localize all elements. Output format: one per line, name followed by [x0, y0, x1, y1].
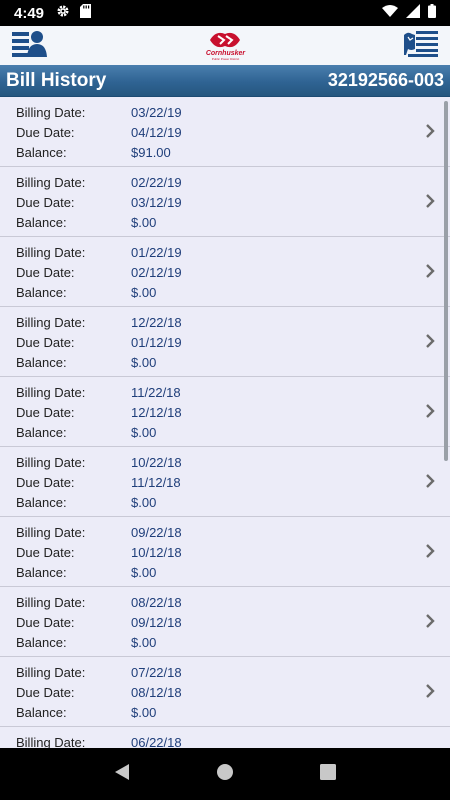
- due-date-value: 11/12/18: [131, 475, 181, 490]
- app-header: Cornhusker Public Power District: [0, 26, 450, 65]
- balance-label: Balance:: [16, 145, 67, 160]
- balance-value: $.00: [131, 285, 157, 300]
- logo-mark-icon: [210, 32, 241, 48]
- bill-row[interactable]: Billing Date: 09/22/18 Due Date: 10/12/18 Ba…: [0, 517, 450, 587]
- billing-date-label: Billing Date:: [16, 665, 86, 680]
- bill-row[interactable]: Billing Date: 01/22/19 Due Date: 02/12/19 Ba…: [0, 237, 450, 307]
- bill-row[interactable]: Billing Date: 03/22/19 Due Date: 04/12/19 Ba…: [0, 97, 450, 167]
- balance-value: $91.00: [131, 145, 171, 160]
- title-bar: Bill History 32192566-003: [0, 65, 450, 97]
- due-date-value: 12/12/18: [131, 405, 182, 420]
- billing-date-label: Billing Date:: [16, 175, 86, 190]
- chevron-right-icon[interactable]: [424, 263, 436, 279]
- due-date-value: 01/12/19: [131, 335, 182, 350]
- due-date-label: Due Date:: [16, 265, 75, 280]
- chevron-right-icon[interactable]: [424, 193, 436, 209]
- billing-date-label: Billing Date:: [16, 245, 86, 260]
- page-title: Bill History: [6, 69, 107, 91]
- balance-label: Balance:: [16, 215, 67, 230]
- chevron-right-icon[interactable]: [424, 333, 436, 349]
- home-icon[interactable]: [216, 763, 234, 786]
- billing-date-value: 12/22/18: [131, 315, 182, 330]
- due-date-value: 08/12/18: [131, 685, 182, 700]
- due-date-value: 04/12/19: [131, 125, 182, 140]
- balance-label: Balance:: [16, 355, 67, 370]
- sd-card-icon: [80, 3, 92, 23]
- due-date-label: Due Date:: [16, 195, 75, 210]
- billing-date-label: Billing Date:: [16, 735, 86, 748]
- chevron-right-icon[interactable]: [424, 123, 436, 139]
- billing-date-label: Billing Date:: [16, 455, 86, 470]
- due-date-value: 02/12/19: [131, 265, 182, 280]
- billing-date-value: 07/22/18: [131, 665, 182, 680]
- back-icon[interactable]: [113, 763, 131, 786]
- billing-date-value: 11/22/18: [131, 385, 181, 400]
- balance-label: Balance:: [16, 565, 67, 580]
- status-time: 4:49: [14, 4, 45, 22]
- bill-row[interactable]: Billing Date: 07/22/18 Due Date: 08/12/18 Ba…: [0, 657, 450, 727]
- balance-value: $.00: [131, 355, 157, 370]
- recents-icon[interactable]: [319, 763, 337, 786]
- due-date-value: 10/12/18: [131, 545, 182, 560]
- due-date-value: 09/12/18: [131, 615, 182, 630]
- account-number: 32192566-003: [327, 70, 444, 90]
- balance-label: Balance:: [16, 705, 67, 720]
- balance-label: Balance:: [16, 635, 67, 650]
- chevron-right-icon[interactable]: [424, 473, 436, 489]
- chevron-right-icon[interactable]: [424, 613, 436, 629]
- billing-date-label: Billing Date:: [16, 595, 86, 610]
- billing-date-value: 02/22/19: [131, 175, 182, 190]
- bill-row[interactable]: Billing Date: 02/22/19 Due Date: 03/12/19 Ba…: [0, 167, 450, 237]
- billing-date-value: 09/22/18: [131, 525, 182, 540]
- due-date-label: Due Date:: [16, 335, 75, 350]
- balance-value: $.00: [131, 425, 157, 440]
- logo-subtext: Public Power District: [211, 57, 240, 61]
- balance-value: $.00: [131, 705, 157, 720]
- chevron-right-icon[interactable]: [424, 683, 436, 699]
- bill-row[interactable]: Billing Date: 12/22/18 Due Date: 01/12/19 Ba…: [0, 307, 450, 377]
- navigation-bar: [0, 748, 450, 800]
- battery-icon: [428, 3, 436, 23]
- billing-date-value: 10/22/18: [131, 455, 182, 470]
- gear-icon: [56, 4, 70, 23]
- billing-date-label: Billing Date:: [16, 105, 86, 120]
- bill-row[interactable]: Billing Date: 10/22/18 Due Date: 11/12/18 Ba…: [0, 447, 450, 517]
- wifi-icon: [382, 4, 398, 23]
- balance-label: Balance:: [16, 285, 67, 300]
- chevron-right-icon[interactable]: [424, 543, 436, 559]
- due-date-label: Due Date:: [16, 405, 75, 420]
- balance-value: $.00: [131, 635, 157, 650]
- billing-date-label: Billing Date:: [16, 525, 86, 540]
- due-date-label: Due Date:: [16, 125, 75, 140]
- billing-date-label: Billing Date:: [16, 315, 86, 330]
- due-date-label: Due Date:: [16, 475, 75, 490]
- bill-history-list[interactable]: Billing Date: 03/22/19 Due Date: 04/12/19 Ba…: [0, 97, 450, 748]
- balance-label: Balance:: [16, 425, 67, 440]
- billing-date-value: 03/22/19: [131, 105, 182, 120]
- chevron-right-icon[interactable]: [424, 403, 436, 419]
- balance-label: Balance:: [16, 495, 67, 510]
- billing-date-value: 08/22/18: [131, 595, 182, 610]
- billing-date-label: Billing Date:: [16, 385, 86, 400]
- bill-row[interactable]: Billing Date: 08/22/18 Due Date: 09/12/18 Ba…: [0, 587, 450, 657]
- billing-date-value: 06/22/18: [131, 735, 182, 748]
- bill-row[interactable]: Billing Date: 11/22/18 Due Date: 12/12/18 Ba…: [0, 377, 450, 447]
- flag-icon[interactable]: [403, 29, 438, 62]
- billing-date-value: 01/22/19: [131, 245, 182, 260]
- due-date-label: Due Date:: [16, 615, 75, 630]
- due-date-label: Due Date:: [16, 545, 75, 560]
- balance-value: $.00: [131, 565, 157, 580]
- status-bar: 4:49: [0, 0, 450, 26]
- company-logo: Cornhusker Public Power District: [206, 30, 245, 61]
- due-date-value: 03/12/19: [131, 195, 182, 210]
- logo-text: Cornhusker: [205, 50, 246, 57]
- balance-value: $.00: [131, 215, 157, 230]
- scrollbar[interactable]: [444, 101, 448, 461]
- due-date-label: Due Date:: [16, 685, 75, 700]
- balance-value: $.00: [131, 495, 157, 510]
- signal-icon: [406, 3, 420, 23]
- bill-row[interactable]: Billing Date:06/22/18Due Date:Balance:: [0, 727, 450, 748]
- account-menu-icon[interactable]: [12, 29, 47, 62]
